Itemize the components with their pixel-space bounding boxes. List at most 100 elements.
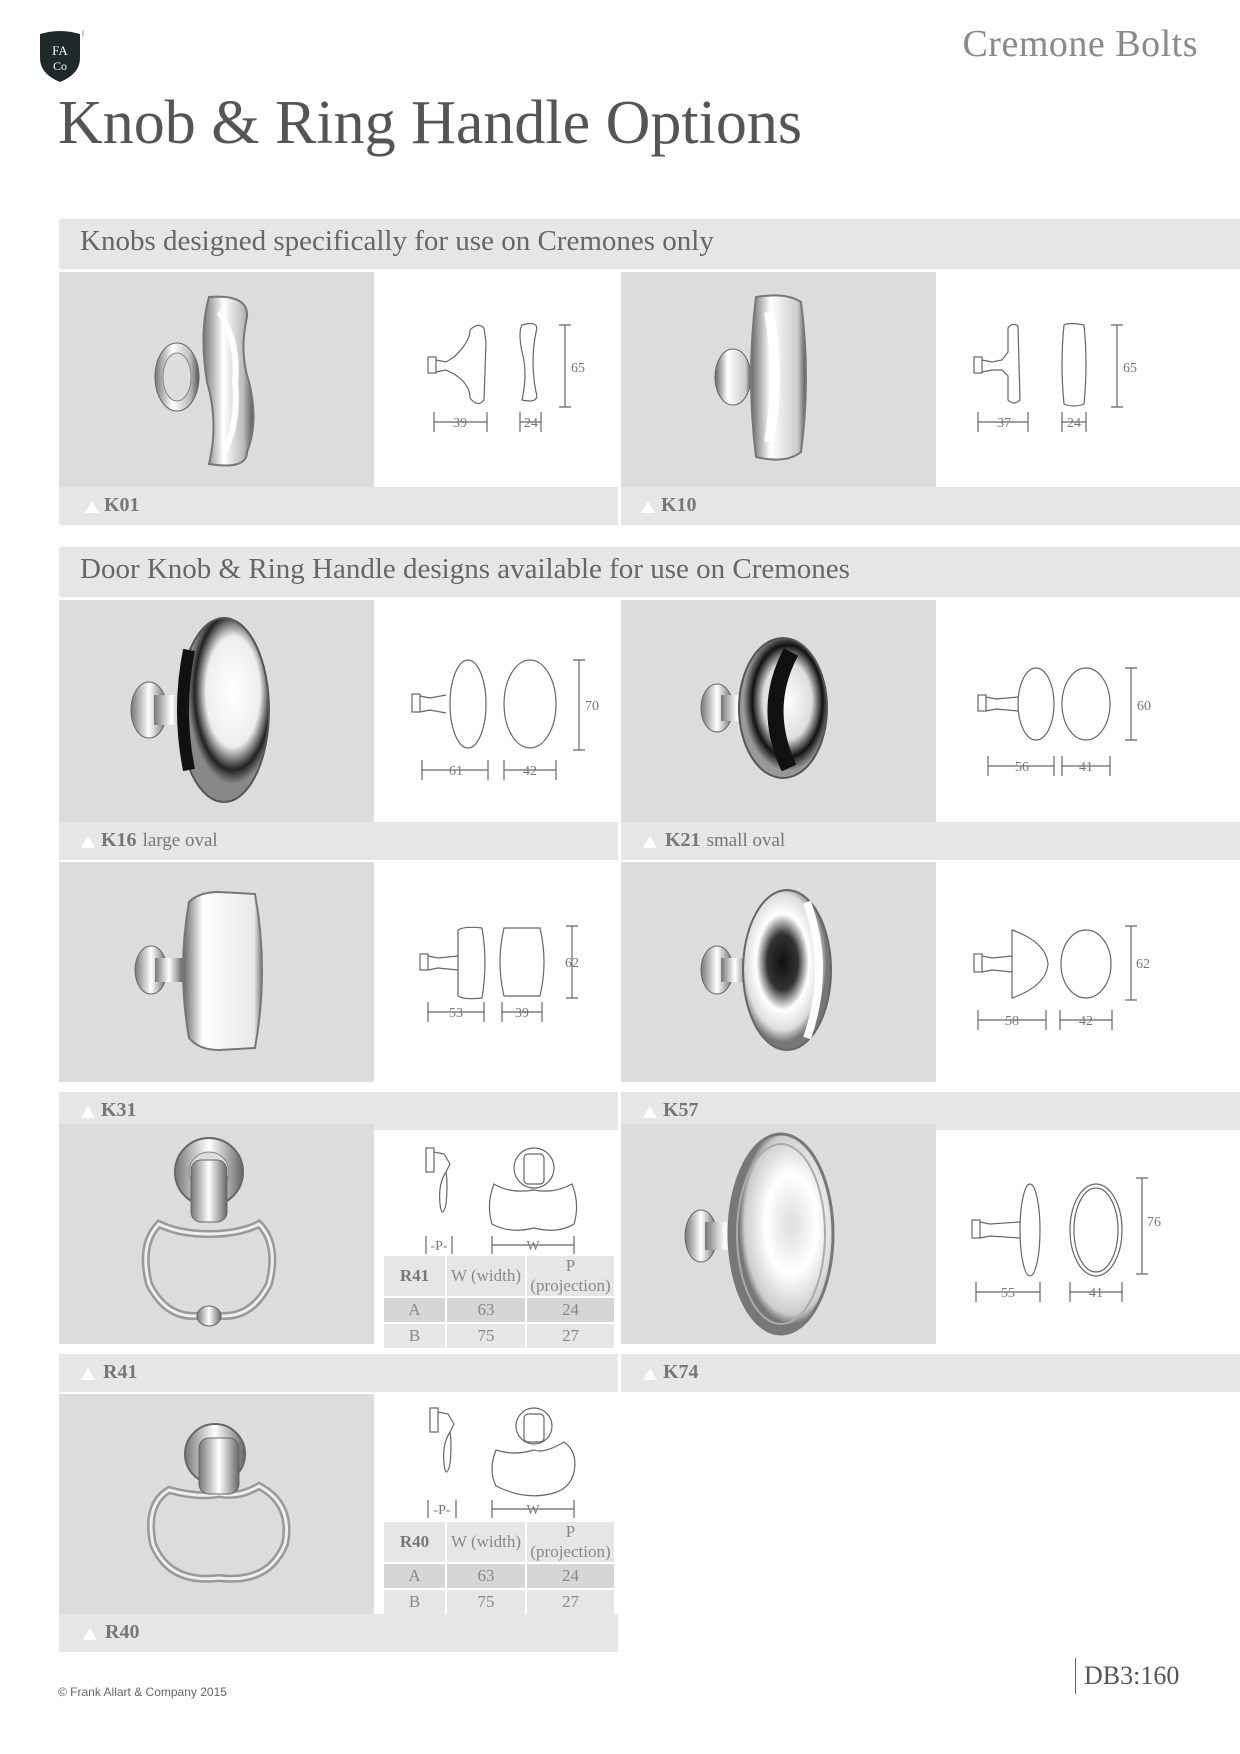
dim-height: 62: [565, 956, 579, 971]
triangle-marker-icon: [83, 1628, 97, 1640]
knob-k16-image: [130, 617, 270, 803]
table-cell: 27: [526, 1589, 616, 1616]
product-photo-k10: [621, 272, 936, 487]
section-label: Cremone Bolts: [962, 23, 1198, 65]
page-number: DB3:160: [1075, 1658, 1204, 1694]
product-drawing-k21: 56 41 60: [936, 600, 1240, 822]
dimension-drawing: 56 41 60: [977, 667, 1151, 776]
table-cell: 63: [446, 1563, 527, 1590]
dim-width: 42: [523, 764, 537, 779]
product-photo-k16: [59, 600, 374, 822]
product-drawing-k57: 58 42 62: [936, 862, 1240, 1082]
dim-width: 39: [515, 1006, 529, 1021]
table-cell: 24: [526, 1563, 616, 1590]
ring-handle-r41-image: [141, 1137, 277, 1327]
table-header: R41: [384, 1256, 447, 1298]
dimension-drawing: -P- W: [425, 1147, 578, 1254]
dim-height: 65: [571, 361, 585, 376]
dimension-drawing: 53 39 62: [419, 925, 579, 1022]
table-cell: 75: [446, 1323, 527, 1350]
dimension-drawing: 61 42 70: [411, 659, 599, 780]
ring-handle-r40-image: [147, 1423, 291, 1583]
dim-height: 70: [585, 699, 599, 714]
dim-length: 58: [1005, 1014, 1019, 1029]
dim-height: 62: [1136, 957, 1150, 972]
dim-width: 41: [1079, 760, 1093, 775]
dimension-drawing: -P- W: [427, 1407, 576, 1518]
product-photo-k57: [621, 862, 936, 1082]
product-code: K21: [665, 829, 701, 851]
product-label-k01: K01: [59, 487, 618, 525]
dim-projection: -P-: [433, 1503, 450, 1518]
table-cell: 63: [446, 1297, 527, 1324]
triangle-marker-icon: [643, 1368, 657, 1380]
product-code: K10: [661, 494, 697, 516]
table-header: W (width): [446, 1256, 527, 1298]
product-description: small oval: [706, 830, 786, 851]
table-cell: A: [384, 1297, 447, 1324]
dim-length: 39: [453, 416, 467, 431]
dim-height: 76: [1147, 1215, 1161, 1230]
product-code: K16: [101, 829, 137, 851]
product-photo-r40: [59, 1394, 374, 1614]
triangle-marker-icon: [81, 1106, 95, 1118]
dim-width: W: [526, 1503, 540, 1518]
triangle-marker-icon: [643, 836, 657, 848]
product-label-k16: K16 large oval: [59, 822, 618, 860]
product-description: large oval: [142, 830, 218, 851]
product-drawing-r40: -P- W: [374, 1394, 618, 1524]
triangle-marker-icon: [81, 836, 95, 848]
product-drawing-k16: 61 42 70: [374, 600, 618, 822]
dim-width: 42: [1079, 1014, 1093, 1029]
dim-height: 60: [1137, 699, 1151, 714]
product-label-r40: R40: [59, 1614, 618, 1652]
product-photo-r41: [59, 1124, 374, 1344]
dimension-drawing: 55 41 76: [971, 1177, 1161, 1302]
product-photo-k21: [621, 600, 936, 822]
dim-projection: -P-: [430, 1239, 447, 1254]
section-title: Knobs designed specifically for use on C…: [80, 225, 714, 257]
product-label-k10: K10: [621, 487, 1240, 525]
triangle-marker-icon: [85, 501, 99, 513]
product-drawing-k74: 55 41 76: [936, 1124, 1240, 1344]
section-header-cremone-knobs: Knobs designed specifically for use on C…: [59, 219, 1240, 269]
product-drawing-k01: 39 24 65: [374, 272, 618, 487]
svg-text:Co: Co: [53, 59, 67, 73]
table-cell: 75: [446, 1589, 527, 1616]
dim-width: 41: [1089, 1286, 1103, 1301]
product-drawing-k10: 37 24 65: [936, 272, 1240, 487]
table-header: P (projection): [526, 1256, 616, 1298]
product-code: K57: [663, 1099, 699, 1121]
product-drawing-r41: -P- W: [374, 1124, 618, 1254]
dim-width: 24: [1067, 416, 1081, 431]
dim-length: 61: [449, 764, 463, 779]
product-code: K01: [104, 494, 140, 516]
copyright: © Frank Allart & Company 2015: [58, 1685, 227, 1699]
page-title: Knob & Ring Handle Options: [58, 89, 802, 157]
product-label-k21: K21 small oval: [621, 822, 1240, 860]
dim-height: 65: [1123, 361, 1137, 376]
product-label-k74: K74: [621, 1354, 1240, 1392]
dim-width: 24: [524, 416, 538, 431]
dim-length: 56: [1015, 760, 1029, 775]
svg-text:®: ®: [82, 29, 84, 38]
dimension-drawing: 39 24 65: [427, 322, 585, 432]
triangle-marker-icon: [81, 1368, 95, 1380]
knob-k57-image: [700, 889, 832, 1051]
table-cell: 24: [526, 1297, 616, 1324]
dimension-drawing: 37 24 65: [973, 322, 1137, 432]
table-cell: B: [384, 1323, 447, 1350]
table-cell: B: [384, 1589, 447, 1616]
knob-k01-image: [154, 295, 255, 467]
knob-k74-image: [684, 1132, 835, 1336]
svg-text:FA: FA: [52, 43, 68, 58]
product-code: K31: [101, 1099, 137, 1121]
table-header: R40: [384, 1522, 447, 1564]
product-code: K74: [663, 1361, 699, 1383]
product-code: R41: [103, 1361, 138, 1383]
product-label-r41: R41: [59, 1354, 618, 1392]
spec-table-r40: R40 W (width) P (projection) A 63 24 B 75 27: [384, 1522, 616, 1616]
table-cell: A: [384, 1563, 447, 1590]
dimension-drawing: 58 42 62: [973, 925, 1150, 1030]
dim-length: 53: [449, 1006, 463, 1021]
